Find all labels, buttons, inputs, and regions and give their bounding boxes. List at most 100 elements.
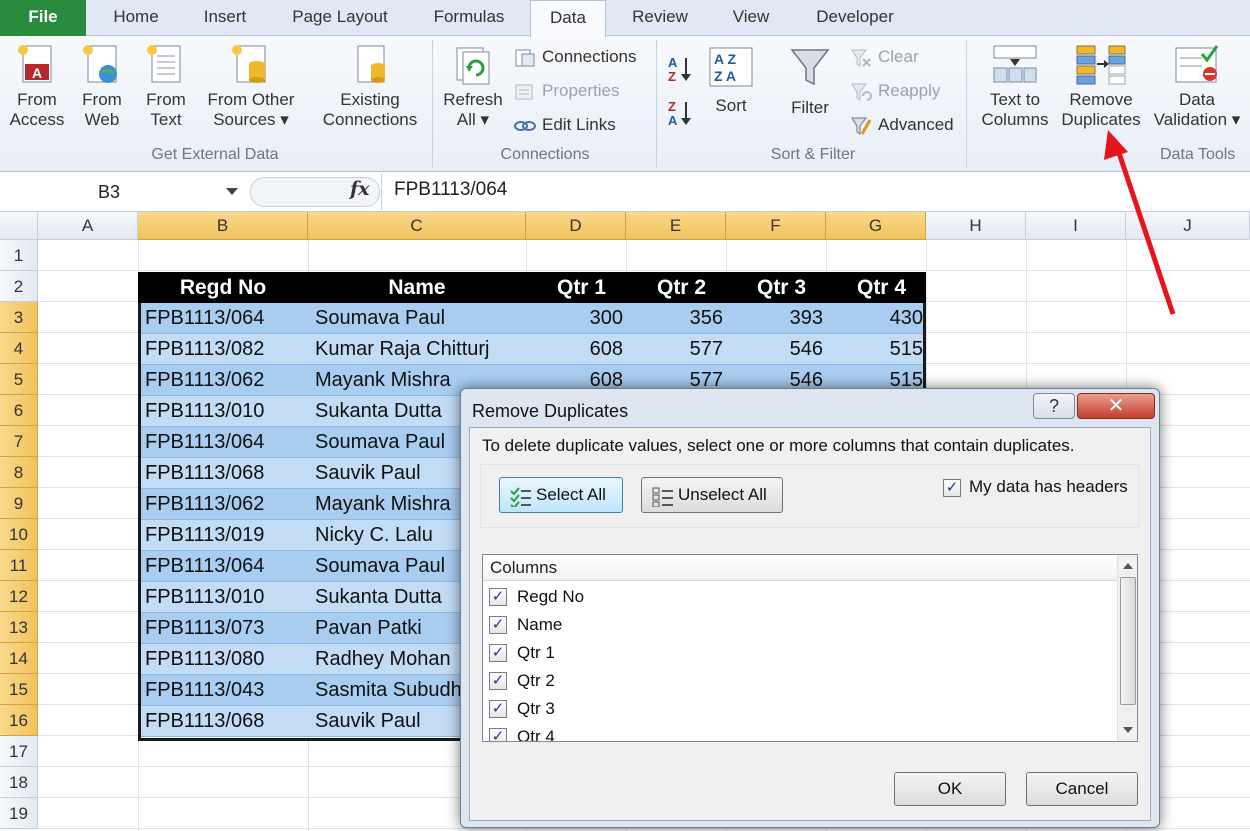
column-header-j[interactable]: J bbox=[1126, 212, 1250, 240]
formula-input[interactable]: FPB1113/064 bbox=[394, 179, 507, 201]
column-header-c[interactable]: C bbox=[308, 212, 526, 240]
sort-z-to-a-button[interactable]: ZA bbox=[664, 98, 698, 133]
header-qtr-4[interactable]: Qtr 4 bbox=[826, 272, 926, 303]
row-header-6[interactable]: 6 bbox=[0, 395, 38, 426]
header-qtr-1[interactable]: Qtr 1 bbox=[526, 272, 626, 303]
column-checkbox[interactable]: ✓ bbox=[489, 644, 507, 662]
scroll-up-icon[interactable] bbox=[1123, 563, 1133, 569]
columns-scrollbar[interactable] bbox=[1117, 555, 1137, 741]
header-qtr-3[interactable]: Qtr 3 bbox=[726, 272, 826, 303]
header-regd-no[interactable]: Regd No bbox=[138, 272, 308, 303]
column-option[interactable]: ✓ Name bbox=[489, 611, 562, 639]
column-header-e[interactable]: E bbox=[626, 212, 726, 240]
sort-a-to-z-button[interactable]: AZ bbox=[664, 54, 698, 89]
row-header-7[interactable]: 7 bbox=[0, 426, 38, 457]
row-header-14[interactable]: 14 bbox=[0, 643, 38, 674]
close-button[interactable]: ✕ bbox=[1077, 393, 1155, 419]
scroll-down-icon[interactable] bbox=[1123, 727, 1133, 733]
column-option[interactable]: ✓ Regd No bbox=[489, 583, 584, 611]
column-header-b[interactable]: B bbox=[138, 212, 308, 240]
cell-name[interactable]: Soumava Paul bbox=[315, 303, 529, 334]
data-validation-button[interactable]: Data Validation ▾ bbox=[1148, 42, 1246, 130]
cancel-button[interactable]: Cancel bbox=[1026, 772, 1138, 806]
row-header-18[interactable]: 18 bbox=[0, 767, 38, 798]
column-checkbox[interactable]: ✓ bbox=[489, 616, 507, 634]
column-header-a[interactable]: A bbox=[38, 212, 138, 240]
refresh-all-button[interactable]: Refresh All ▾ bbox=[438, 42, 508, 130]
cell-qtr-1[interactable]: 300 bbox=[529, 303, 629, 334]
select-all-corner[interactable] bbox=[0, 212, 38, 240]
tab-insert[interactable]: Insert bbox=[186, 0, 264, 36]
headers-checkbox[interactable]: ✓ bbox=[943, 479, 961, 497]
column-header-f[interactable]: F bbox=[726, 212, 826, 240]
existing-connections-button[interactable]: Existing Connections bbox=[316, 42, 424, 130]
row-header-11[interactable]: 11 bbox=[0, 550, 38, 581]
from-access-button[interactable]: A From Access bbox=[4, 42, 70, 130]
column-header-h[interactable]: H bbox=[926, 212, 1026, 240]
name-box-dropdown-icon[interactable] bbox=[226, 188, 238, 195]
cell-name[interactable]: Kumar Raja Chitturj bbox=[315, 334, 529, 365]
insert-function-icon[interactable]: fx bbox=[350, 178, 370, 200]
column-checkbox[interactable]: ✓ bbox=[489, 728, 507, 741]
cell-regd-no[interactable]: FPB1113/080 bbox=[145, 644, 311, 675]
column-option[interactable]: ✓ Qtr 1 bbox=[489, 639, 555, 667]
column-option[interactable]: ✓ Qtr 2 bbox=[489, 667, 555, 695]
cell-regd-no[interactable]: FPB1113/073 bbox=[145, 613, 311, 644]
cell-regd-no[interactable]: FPB1113/062 bbox=[145, 365, 311, 396]
from-other-sources-button[interactable]: From Other Sources ▾ bbox=[200, 42, 302, 130]
tab-data[interactable]: Data bbox=[530, 0, 606, 37]
help-button[interactable]: ? bbox=[1033, 393, 1075, 419]
row-header-17[interactable]: 17 bbox=[0, 736, 38, 767]
cell-qtr-4[interactable]: 515 bbox=[829, 334, 923, 365]
column-option[interactable]: ✓ Qtr 3 bbox=[489, 695, 555, 723]
cell-qtr-1[interactable]: 608 bbox=[529, 334, 629, 365]
cell-qtr-2[interactable]: 577 bbox=[629, 334, 729, 365]
name-box[interactable]: B3 bbox=[0, 176, 245, 208]
column-checkbox[interactable]: ✓ bbox=[489, 588, 507, 606]
tab-view[interactable]: View bbox=[716, 0, 786, 36]
column-checkbox[interactable]: ✓ bbox=[489, 700, 507, 718]
row-header-3[interactable]: 3 bbox=[0, 302, 38, 333]
tab-developer[interactable]: Developer bbox=[800, 0, 910, 36]
from-text-button[interactable]: From Text bbox=[136, 42, 196, 130]
advanced-filter-button[interactable]: Advanced bbox=[850, 112, 954, 138]
connections-button[interactable]: Connections bbox=[514, 44, 637, 70]
cell-regd-no[interactable]: FPB1113/068 bbox=[145, 458, 311, 489]
scroll-thumb[interactable] bbox=[1120, 577, 1136, 705]
row-header-9[interactable]: 9 bbox=[0, 488, 38, 519]
row-header-12[interactable]: 12 bbox=[0, 581, 38, 612]
row-header-4[interactable]: 4 bbox=[0, 333, 38, 364]
column-header-g[interactable]: G bbox=[826, 212, 926, 240]
cell-qtr-4[interactable]: 430 bbox=[829, 303, 923, 334]
table-row[interactable]: FPB1113/082 Kumar Raja Chitturj 608 577 546 5… bbox=[141, 334, 923, 365]
text-to-columns-button[interactable]: Text to Columns bbox=[976, 42, 1054, 130]
from-web-button[interactable]: From Web bbox=[72, 42, 132, 130]
row-header-19[interactable]: 19 bbox=[0, 798, 38, 829]
cell-qtr-3[interactable]: 393 bbox=[729, 303, 829, 334]
row-header-8[interactable]: 8 bbox=[0, 457, 38, 488]
cell-qtr-3[interactable]: 546 bbox=[729, 334, 829, 365]
row-header-1[interactable]: 1 bbox=[0, 240, 38, 271]
cell-regd-no[interactable]: FPB1113/082 bbox=[145, 334, 311, 365]
unselect-all-button[interactable]: Unselect All bbox=[641, 477, 783, 513]
table-row[interactable]: FPB1113/064 Soumava Paul 300 356 393 430 bbox=[141, 303, 923, 334]
tab-review[interactable]: Review bbox=[618, 0, 702, 36]
select-all-button[interactable]: Select All bbox=[499, 477, 623, 513]
header-qtr-2[interactable]: Qtr 2 bbox=[626, 272, 726, 303]
columns-list[interactable]: Columns ✓ Regd No ✓ Name ✓ Qtr 1 ✓ Qtr 2 ✓ Qtr 3 ✓… bbox=[482, 554, 1138, 742]
cell-regd-no[interactable]: FPB1113/064 bbox=[145, 551, 311, 582]
filter-button[interactable]: Filter bbox=[780, 46, 840, 118]
cell-regd-no[interactable]: FPB1113/010 bbox=[145, 582, 311, 613]
column-option[interactable]: ✓ Qtr 4 bbox=[489, 723, 555, 741]
cell-regd-no[interactable]: FPB1113/043 bbox=[145, 675, 311, 706]
header-name[interactable]: Name bbox=[308, 272, 526, 303]
cell-regd-no[interactable]: FPB1113/019 bbox=[145, 520, 311, 551]
tab-home[interactable]: Home bbox=[100, 0, 172, 36]
cell-regd-no[interactable]: FPB1113/064 bbox=[145, 303, 311, 334]
row-header-15[interactable]: 15 bbox=[0, 674, 38, 705]
column-header-d[interactable]: D bbox=[526, 212, 626, 240]
cell-regd-no[interactable]: FPB1113/068 bbox=[145, 706, 311, 737]
sort-button[interactable]: A ZZ A Sort bbox=[704, 46, 758, 116]
column-header-i[interactable]: I bbox=[1026, 212, 1126, 240]
column-checkbox[interactable]: ✓ bbox=[489, 672, 507, 690]
